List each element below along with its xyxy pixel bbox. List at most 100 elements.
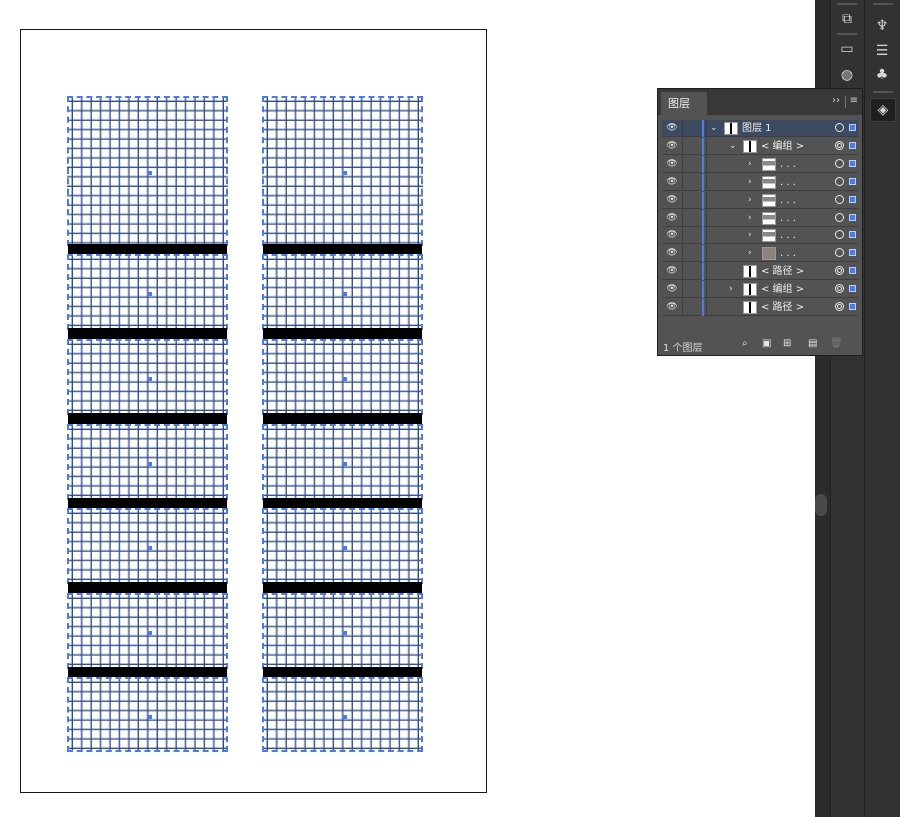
new-layer-icon[interactable]: ▤ bbox=[808, 338, 817, 349]
chevron-right-icon[interactable]: › bbox=[748, 158, 752, 170]
artboard[interactable] bbox=[20, 29, 487, 793]
selection-indicator[interactable] bbox=[849, 195, 856, 203]
layer-name[interactable]: . . . bbox=[780, 229, 796, 242]
grid-block[interactable] bbox=[262, 508, 423, 584]
search-icon[interactable]: ⌕ bbox=[742, 338, 748, 349]
column-divider bbox=[706, 263, 707, 281]
selection-indicator[interactable] bbox=[849, 267, 856, 275]
visibility-eye-icon[interactable]: 👁 bbox=[665, 123, 679, 133]
sublayer-icon[interactable]: ⊞ bbox=[783, 338, 791, 349]
grid-block[interactable] bbox=[262, 424, 423, 500]
visibility-eye-icon[interactable]: 👁 bbox=[665, 284, 679, 294]
grid-block[interactable] bbox=[67, 339, 228, 415]
collapse-panel-icon[interactable]: ›› bbox=[832, 95, 840, 106]
visibility-eye-icon[interactable]: 👁 bbox=[665, 141, 679, 151]
layer-name[interactable]: < 编组 > bbox=[761, 283, 804, 296]
target-circle-icon[interactable] bbox=[835, 123, 844, 132]
chevron-right-icon[interactable]: › bbox=[748, 212, 752, 224]
target-circle-icon[interactable] bbox=[835, 212, 844, 222]
dock-grip[interactable] bbox=[837, 3, 857, 5]
selection-indicator[interactable] bbox=[849, 124, 856, 131]
target-circle-icon[interactable] bbox=[835, 176, 844, 186]
grid-block[interactable] bbox=[262, 339, 423, 415]
layer-row[interactable]: 👁 › . . . bbox=[662, 191, 858, 209]
visibility-eye-icon[interactable]: 👁 bbox=[665, 177, 679, 187]
target-circle-icon[interactable] bbox=[835, 158, 844, 168]
artboards-icon[interactable]: ⧉ bbox=[835, 8, 859, 30]
layer-row[interactable]: 👁 › . . . bbox=[662, 209, 858, 227]
chevron-down-icon[interactable]: ⌄ bbox=[729, 140, 737, 152]
visibility-eye-icon[interactable]: 👁 bbox=[665, 266, 679, 276]
visibility-eye-icon[interactable]: 👁 bbox=[665, 230, 679, 240]
layers-icon[interactable]: ◈ bbox=[870, 98, 896, 122]
vertical-scrollbar-thumb[interactable] bbox=[815, 494, 827, 516]
layer-name[interactable]: . . . bbox=[780, 158, 796, 171]
layer-row[interactable]: 👁 < 路径 > bbox=[662, 263, 858, 281]
grid-block[interactable] bbox=[67, 508, 228, 584]
export-icon[interactable]: ♆ bbox=[870, 15, 894, 37]
chevron-right-icon[interactable]: › bbox=[729, 283, 733, 295]
grid-block[interactable] bbox=[67, 424, 228, 500]
tab-layers[interactable]: 图层 bbox=[661, 92, 707, 115]
chevron-right-icon[interactable]: › bbox=[748, 247, 752, 259]
layer-name[interactable]: < 路径 > bbox=[761, 301, 804, 314]
layer-row[interactable]: 👁 ⌄ < 编组 > bbox=[662, 137, 858, 155]
layer-name[interactable]: < 路径 > bbox=[761, 265, 804, 278]
layer-name[interactable]: . . . bbox=[780, 194, 796, 207]
dock-grip[interactable] bbox=[873, 91, 893, 93]
target-circle-icon[interactable] bbox=[835, 284, 844, 294]
selection-indicator[interactable] bbox=[849, 249, 856, 257]
panel-menu-icon[interactable]: ≡ bbox=[850, 95, 858, 106]
selection-indicator[interactable] bbox=[849, 159, 856, 167]
selection-indicator[interactable] bbox=[849, 285, 856, 293]
layer-row[interactable]: 👁 › . . . bbox=[662, 173, 858, 191]
grid-block[interactable] bbox=[262, 593, 423, 669]
grid-block[interactable] bbox=[262, 96, 423, 246]
symbols-icon[interactable]: ♣ bbox=[870, 64, 894, 86]
target-circle-icon[interactable] bbox=[835, 230, 844, 240]
layer-row[interactable]: 👁 › . . . bbox=[662, 155, 858, 173]
grid-block[interactable] bbox=[67, 254, 228, 330]
visibility-eye-icon[interactable]: 👁 bbox=[665, 248, 679, 258]
chevron-right-icon[interactable]: › bbox=[748, 229, 752, 241]
transparency-icon[interactable]: ◍ bbox=[835, 64, 859, 86]
selection-indicator[interactable] bbox=[849, 213, 856, 221]
layer-name[interactable]: < 编组 > bbox=[761, 140, 804, 153]
target-circle-icon[interactable] bbox=[835, 248, 844, 258]
dock-grip[interactable] bbox=[837, 33, 857, 35]
grid-block[interactable] bbox=[262, 677, 423, 752]
grid-block[interactable] bbox=[67, 96, 228, 246]
visibility-eye-icon[interactable]: 👁 bbox=[665, 195, 679, 205]
layer-name[interactable]: . . . bbox=[780, 247, 796, 260]
gradient-icon[interactable]: ▭ bbox=[835, 38, 859, 60]
selection-indicator[interactable] bbox=[849, 141, 856, 149]
layer-row[interactable]: 👁 ⌄ 图层 1 bbox=[662, 120, 858, 137]
target-circle-icon[interactable] bbox=[835, 302, 844, 311]
selection-indicator[interactable] bbox=[849, 177, 856, 185]
layer-color-swatch bbox=[702, 263, 704, 281]
layer-row[interactable]: 👁 › . . . bbox=[662, 245, 858, 263]
chevron-right-icon[interactable]: › bbox=[748, 176, 752, 188]
layer-row[interactable]: 👁 › < 编组 > bbox=[662, 281, 858, 299]
layer-name[interactable]: . . . bbox=[780, 176, 796, 189]
visibility-eye-icon[interactable]: 👁 bbox=[665, 213, 679, 223]
visibility-eye-icon[interactable]: 👁 bbox=[665, 302, 679, 312]
collect-icon[interactable]: ▣ bbox=[762, 338, 771, 349]
layer-row[interactable]: 👁 › . . . bbox=[662, 227, 858, 245]
grid-block[interactable] bbox=[67, 677, 228, 752]
layer-row[interactable]: 👁 < 路径 > bbox=[662, 299, 858, 316]
layer-name[interactable]: . . . bbox=[780, 212, 796, 225]
chevron-right-icon[interactable]: › bbox=[748, 194, 752, 206]
dock-grip[interactable] bbox=[873, 3, 893, 5]
selection-indicator[interactable] bbox=[849, 231, 856, 239]
grid-block[interactable] bbox=[262, 254, 423, 330]
selection-indicator[interactable] bbox=[849, 303, 856, 310]
target-circle-icon[interactable] bbox=[835, 266, 844, 276]
grid-block[interactable] bbox=[67, 593, 228, 669]
target-circle-icon[interactable] bbox=[835, 194, 844, 204]
chevron-down-icon[interactable]: ⌄ bbox=[710, 122, 718, 134]
visibility-eye-icon[interactable]: 👁 bbox=[665, 159, 679, 169]
properties-icon[interactable]: ☰ bbox=[870, 40, 894, 62]
target-circle-icon[interactable] bbox=[835, 140, 844, 150]
layer-name[interactable]: 图层 1 bbox=[742, 122, 772, 135]
